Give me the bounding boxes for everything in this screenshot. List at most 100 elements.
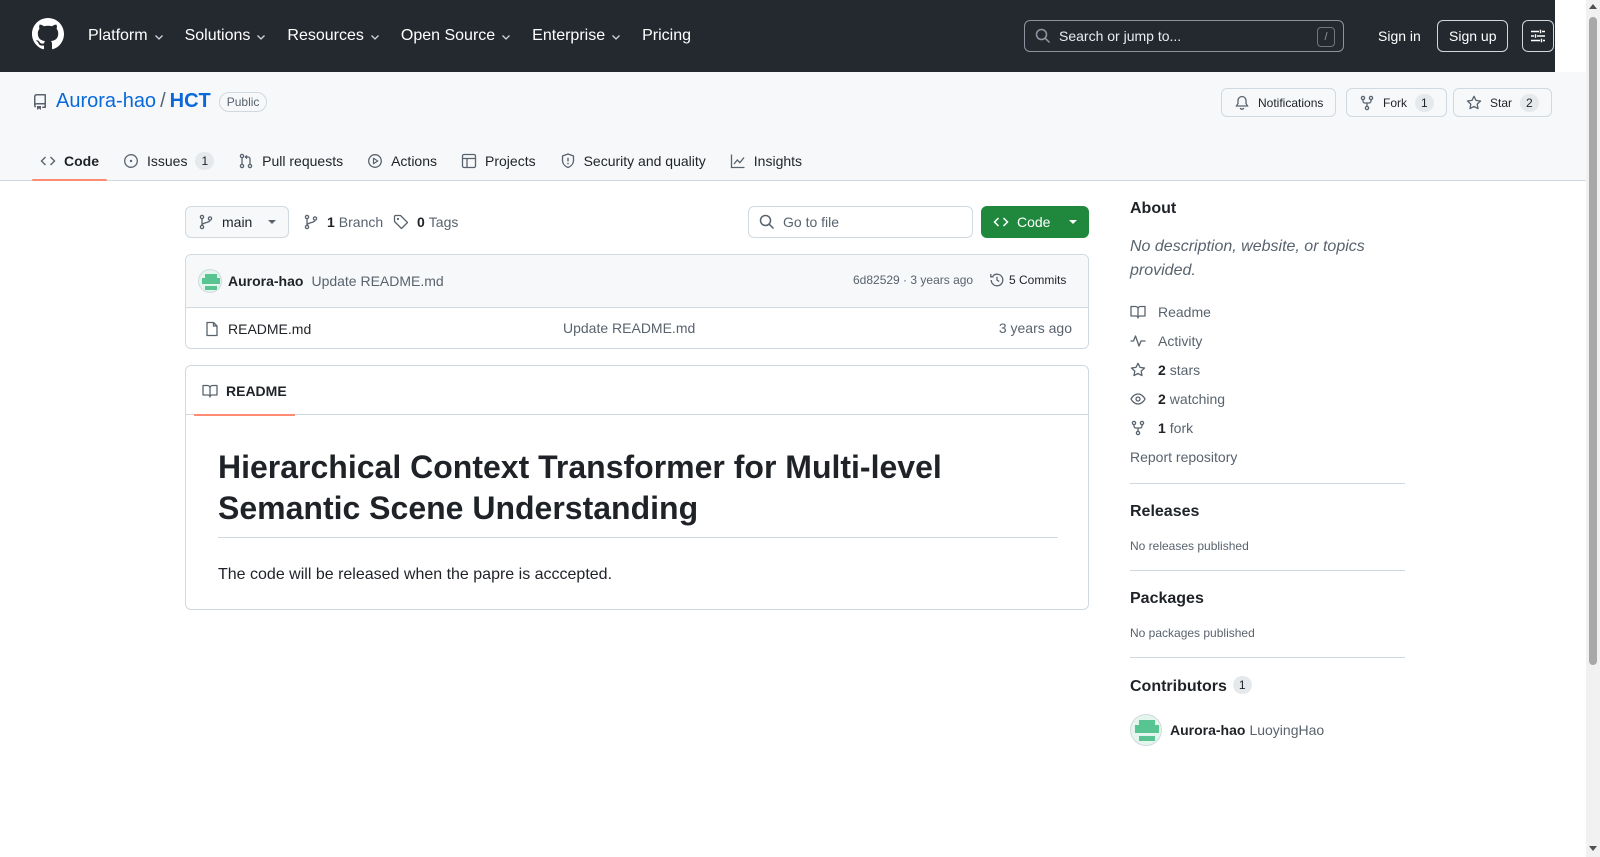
graph-icon xyxy=(730,154,745,168)
readme-body-text: The code will be released when the papre… xyxy=(218,566,613,583)
shield-icon xyxy=(561,152,574,168)
go-to-file-placeholder: Go to file xyxy=(783,214,840,230)
report-repository-label: Report repository xyxy=(1130,448,1238,465)
nav-label: Enterprise xyxy=(532,27,606,44)
table-row[interactable]: README.md Update README.md 3 years ago xyxy=(186,308,1088,348)
commit-author-link[interactable]: Aurora-hao xyxy=(228,273,303,289)
repo-header: Aurora-hao / HCT Public Notifications Fo… xyxy=(0,72,1586,181)
play-icon xyxy=(368,153,383,168)
book-icon xyxy=(202,384,218,398)
sign-up-button[interactable]: Sign up xyxy=(1437,20,1509,52)
nav-label: Open Source xyxy=(400,27,496,44)
global-nav: Platform Solutions Resources Open Source… xyxy=(88,0,711,72)
report-repository-link[interactable]: Report repository xyxy=(1130,442,1405,471)
tab-issues[interactable]: Issues 1 xyxy=(115,140,222,181)
nav-enterprise[interactable]: Enterprise xyxy=(532,27,622,45)
notifications-button[interactable]: Notifications xyxy=(1221,88,1337,117)
activity-link[interactable]: Activity xyxy=(1130,326,1405,355)
contributors-count: 1 xyxy=(1232,676,1252,694)
nav-open-source[interactable]: Open Source xyxy=(401,27,512,45)
table-icon xyxy=(461,153,477,168)
file-icon xyxy=(206,321,218,336)
readme-tabbar: README xyxy=(186,366,1088,416)
releases-title[interactable]: Releases xyxy=(1130,503,1405,521)
contributors-title-label: Contributors xyxy=(1130,678,1227,695)
tab-insights[interactable]: Insights xyxy=(722,140,810,181)
about-title: About xyxy=(1130,200,1177,217)
star-label: Star xyxy=(1490,95,1513,110)
tab-code[interactable]: Code xyxy=(32,140,107,181)
book-icon xyxy=(1130,305,1146,319)
sign-in-link[interactable]: Sign in xyxy=(1370,20,1429,52)
stars-label: stars xyxy=(1169,361,1201,378)
history-icon xyxy=(990,273,1004,287)
go-to-file-input[interactable]: Go to file xyxy=(748,206,973,238)
tab-actions[interactable]: Actions xyxy=(359,140,445,181)
watching-link[interactable]: 2 watching xyxy=(1130,384,1405,413)
nav-resources[interactable]: Resources xyxy=(287,27,380,45)
star-button[interactable]: Star 2 xyxy=(1453,88,1552,117)
tags-link[interactable]: 0 Tags xyxy=(393,206,458,238)
settings-menu-button[interactable] xyxy=(1522,20,1554,52)
repo-owner-link[interactable]: Aurora-hao xyxy=(56,90,156,113)
contributors-title[interactable]: Contributors 1 xyxy=(1130,676,1405,696)
commit-hash-age[interactable]: 6d82529 · 3 years ago xyxy=(853,273,973,287)
star-icon xyxy=(1130,362,1146,376)
github-logo-icon[interactable] xyxy=(32,18,64,50)
repo-tabs: Code Issues 1 Pull requests Actions Proj… xyxy=(32,140,818,181)
fork-button[interactable]: Fork 1 xyxy=(1346,88,1447,117)
tab-security[interactable]: Security and quality xyxy=(552,140,714,181)
star-count: 2 xyxy=(1520,93,1539,112)
global-search-input[interactable]: Search or jump to... / xyxy=(1024,20,1344,52)
eye-icon xyxy=(1130,392,1146,405)
nav-platform[interactable]: Platform xyxy=(88,27,165,45)
branch-selector-button[interactable]: main xyxy=(185,206,290,238)
readme-link-label: Readme xyxy=(1158,303,1211,320)
caret-down-icon xyxy=(1069,220,1077,224)
watching-count: 2 xyxy=(1158,390,1166,407)
repo-name-link[interactable]: HCT xyxy=(170,90,211,113)
nav-label: Pricing xyxy=(642,27,691,44)
divider xyxy=(1130,570,1405,571)
commit-message-link[interactable]: Update README.md xyxy=(311,273,443,289)
scrollbar-thumb[interactable] xyxy=(1589,17,1597,665)
tab-label: Insights xyxy=(753,152,803,169)
code-dropdown-button[interactable]: Code xyxy=(981,206,1089,238)
scroll-up-arrow-icon[interactable] xyxy=(1589,4,1597,9)
tab-projects[interactable]: Projects xyxy=(453,140,544,181)
readme-panel: README Hierarchical Context Transformer … xyxy=(185,365,1089,610)
packages-title[interactable]: Packages xyxy=(1130,590,1405,608)
commits-history-link[interactable]: 5 Commits xyxy=(989,272,1066,288)
readme-link[interactable]: Readme xyxy=(1130,297,1405,326)
readme-tab[interactable]: README xyxy=(194,366,295,416)
nav-label: Platform xyxy=(88,27,148,44)
contributor-login[interactable]: Aurora-hao xyxy=(1170,722,1245,738)
tab-pull-requests[interactable]: Pull requests xyxy=(230,140,351,181)
search-icon xyxy=(759,214,775,230)
about-description: No description, website, or topics provi… xyxy=(1130,238,1365,279)
page-scrollbar[interactable] xyxy=(1586,0,1600,857)
issue-icon xyxy=(124,153,138,168)
caret-down-icon xyxy=(268,220,277,224)
branch-icon xyxy=(199,214,213,230)
code-icon xyxy=(993,217,1009,227)
contributor-item[interactable]: Aurora-hao LuoyingHao xyxy=(1130,714,1405,746)
nav-label: Solutions xyxy=(184,27,251,44)
file-name-link[interactable]: README.md xyxy=(228,321,311,337)
nav-solutions[interactable]: Solutions xyxy=(185,27,268,45)
bell-icon xyxy=(1235,95,1249,110)
file-commit-message[interactable]: Update README.md xyxy=(563,320,695,336)
tab-label: Projects xyxy=(485,152,536,169)
branches-link[interactable]: 1 Branch xyxy=(303,206,383,238)
pull-request-icon xyxy=(239,153,253,168)
branch-count: 1 xyxy=(327,214,335,230)
repo-separator: / xyxy=(160,90,166,112)
forks-count: 1 xyxy=(1158,419,1166,436)
branch-icon xyxy=(304,214,318,230)
scroll-down-arrow-icon[interactable] xyxy=(1589,846,1597,851)
avatar[interactable] xyxy=(1130,714,1162,746)
stars-link[interactable]: 2 stars xyxy=(1130,355,1405,384)
nav-pricing[interactable]: Pricing xyxy=(642,27,691,45)
avatar[interactable] xyxy=(198,269,222,293)
forks-link[interactable]: 1 fork xyxy=(1130,413,1405,442)
